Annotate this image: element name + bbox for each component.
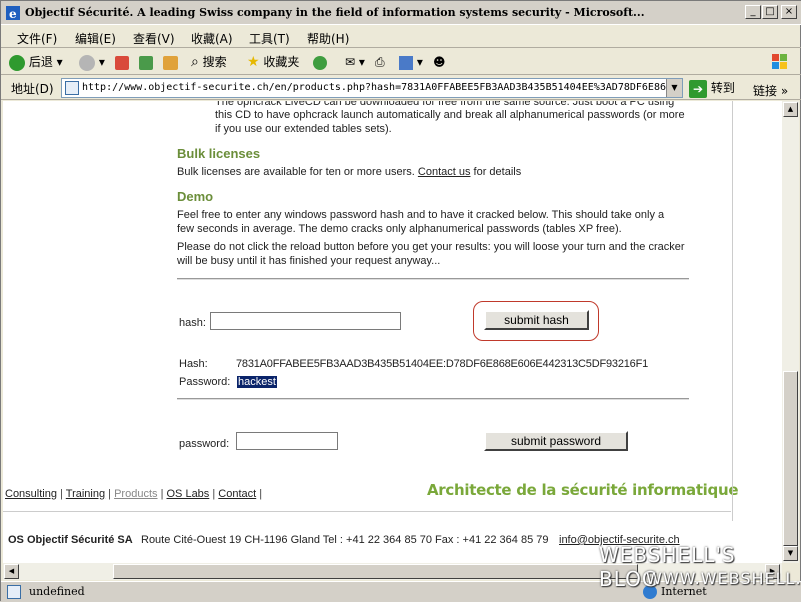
- result-hash-value: 7831A0FFABEE5FB3AAD3B435B51404EE:D78DF6E…: [236, 358, 649, 370]
- go-button[interactable]: ➔ 转到: [689, 78, 735, 98]
- intro-line-2: this CD to have ophcrack launch automati…: [215, 109, 685, 121]
- scroll-left-icon[interactable]: ◀: [4, 564, 19, 579]
- password-input[interactable]: [236, 432, 338, 450]
- stop-button[interactable]: [115, 52, 129, 72]
- vertical-scroll-thumb[interactable]: [783, 371, 798, 546]
- content-right-border: [732, 101, 733, 521]
- nav-products-link[interactable]: Products: [114, 488, 157, 500]
- messenger-icon: ☻: [433, 55, 446, 69]
- divider: [177, 278, 689, 280]
- watermark-line-2: WWW.WEBSHELL.CC: [646, 569, 801, 588]
- mail-icon: ✉: [345, 55, 356, 69]
- result-password-value: hackest: [237, 376, 277, 388]
- bulk-text-after: for details: [470, 166, 522, 178]
- back-label: 后退: [28, 55, 53, 69]
- menu-file[interactable]: 文件(F): [17, 30, 57, 47]
- address-dropdown-icon[interactable]: ▼: [666, 79, 682, 97]
- back-button[interactable]: 后退 ▾: [9, 52, 63, 72]
- demo-text-2a: Please do not click the reload button be…: [177, 241, 685, 253]
- divider: [177, 398, 689, 400]
- go-arrow-icon: ➔: [689, 79, 707, 98]
- horizontal-scroll-thumb[interactable]: [113, 564, 638, 579]
- footer-nav: Consulting | Training | Products | OS La…: [5, 488, 263, 500]
- edit-button[interactable]: ▾: [399, 52, 423, 72]
- browser-window: e Objectif Sécurité. A leading Swiss com…: [0, 0, 801, 602]
- forward-button[interactable]: ▾: [79, 52, 105, 72]
- history-button[interactable]: [313, 52, 327, 72]
- maximize-button[interactable]: □: [762, 5, 778, 19]
- back-arrow-icon: [9, 54, 25, 71]
- search-label: 搜索: [202, 55, 227, 69]
- submit-password-button[interactable]: submit password: [484, 431, 628, 451]
- menu-help[interactable]: 帮助(H): [307, 30, 349, 47]
- mail-button[interactable]: ✉ ▾: [345, 52, 365, 72]
- demo-text-2b: will be busy until it has finished your …: [177, 255, 441, 267]
- forward-arrow-icon: [79, 54, 95, 71]
- company-name: OS Objectif Sécurité SA: [8, 534, 133, 546]
- favorites-label: 收藏夹: [263, 55, 300, 69]
- hash-input[interactable]: [210, 312, 401, 330]
- menu-view[interactable]: 查看(V): [133, 30, 175, 47]
- result-hash-label: Hash:: [179, 358, 208, 370]
- close-button[interactable]: ×: [781, 5, 797, 19]
- favorites-button[interactable]: ★ 收藏夹: [247, 52, 299, 72]
- nav-oslabs-link[interactable]: OS Labs: [167, 488, 210, 500]
- demo-heading: Demo: [177, 189, 214, 204]
- history-icon: [313, 55, 327, 70]
- ie-icon: e: [6, 6, 20, 21]
- refresh-button[interactable]: [139, 52, 153, 72]
- refresh-icon: [139, 55, 153, 70]
- company-address: Route Cité-Ouest 19 CH-1196 Gland Tel : …: [141, 534, 549, 546]
- print-button[interactable]: ⎙: [375, 52, 385, 72]
- links-button[interactable]: 链接 »: [753, 82, 788, 99]
- intro-line-3: if you use our extended tables sets).: [215, 123, 392, 135]
- address-label: 地址(D): [11, 82, 54, 96]
- menu-favorites[interactable]: 收藏(A): [191, 30, 233, 47]
- search-button[interactable]: ⌕ 搜索: [191, 52, 227, 72]
- status-text: undefined: [29, 585, 85, 598]
- hash-field-label: hash:: [179, 317, 206, 329]
- result-password-label: Password:: [179, 376, 231, 388]
- home-icon: [163, 55, 178, 70]
- scroll-up-icon[interactable]: ▲: [783, 102, 798, 117]
- home-button[interactable]: [163, 52, 178, 72]
- submit-hash-button[interactable]: submit hash: [484, 310, 589, 330]
- bulk-text: Bulk licenses are available for ten or m…: [177, 165, 521, 179]
- search-icon: ⌕: [191, 54, 199, 70]
- demo-text-1b: few seconds in average. The demo cracks …: [177, 223, 622, 235]
- title-bar: e Objectif Sécurité. A leading Swiss com…: [1, 1, 801, 25]
- page-status-icon: [7, 585, 21, 599]
- links-label: 链接: [753, 84, 778, 98]
- nav-contact-link[interactable]: Contact: [218, 488, 256, 500]
- page-content: The ophcrack LiveCD can be downloaded fo…: [3, 101, 782, 563]
- address-bar: 地址(D) http://www.objectif-securite.ch/en…: [1, 76, 801, 100]
- nav-consulting-link[interactable]: Consulting: [5, 488, 57, 500]
- vertical-scrollbar[interactable]: ▲ ▼: [782, 101, 799, 563]
- menu-edit[interactable]: 编辑(E): [75, 30, 116, 47]
- star-icon: ★: [247, 54, 260, 70]
- page-icon: [65, 81, 79, 95]
- edit-page-icon: [399, 55, 413, 70]
- window-title: Objectif Sécurité. A leading Swiss compa…: [25, 6, 645, 19]
- messenger-button[interactable]: ☻: [433, 52, 446, 72]
- go-label: 转到: [710, 81, 735, 95]
- password-field-label: password:: [179, 438, 230, 450]
- svg-text:e: e: [9, 7, 17, 21]
- bulk-heading: Bulk licenses: [177, 146, 261, 161]
- minimize-button[interactable]: _: [745, 5, 761, 19]
- footer-divider: [3, 511, 731, 512]
- tagline: Architecte de la sécurité informatique: [427, 481, 739, 499]
- toolbar: 后退 ▾ ▾ ⌕ 搜索 ★ 收藏夹 ✉ ▾ ⎙ ▾ ☻: [1, 49, 801, 75]
- nav-training-link[interactable]: Training: [66, 488, 105, 500]
- demo-text-1a: Feel free to enter any windows password …: [177, 209, 665, 221]
- address-input[interactable]: http://www.objectif-securite.ch/en/produ…: [61, 78, 683, 98]
- menu-tools[interactable]: 工具(T): [249, 30, 290, 47]
- printer-icon: ⎙: [375, 55, 385, 69]
- address-url[interactable]: http://www.objectif-securite.ch/en/produ…: [82, 82, 667, 93]
- contact-us-link[interactable]: Contact us: [418, 166, 471, 178]
- stop-icon: [115, 55, 129, 70]
- menu-bar: 文件(F) 编辑(E) 查看(V) 收藏(A) 工具(T) 帮助(H): [1, 26, 801, 69]
- bulk-text-before: Bulk licenses are available for ten or m…: [177, 166, 418, 178]
